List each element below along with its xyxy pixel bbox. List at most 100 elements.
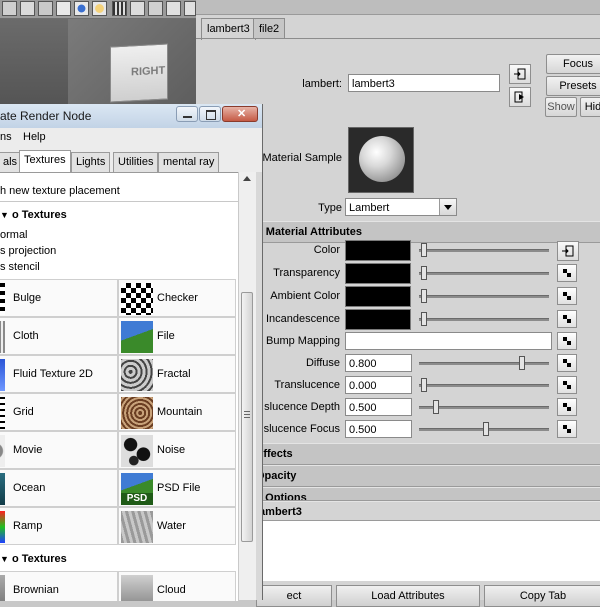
ambient-color-slider[interactable] bbox=[419, 289, 549, 303]
incandescence-slider[interactable] bbox=[419, 312, 549, 326]
scrollbar-thumb[interactable] bbox=[241, 292, 253, 542]
input-connection-icon[interactable] bbox=[509, 64, 531, 84]
diffuse-slider[interactable] bbox=[419, 356, 549, 370]
attr-label-incandescence: Incandescence bbox=[266, 313, 340, 325]
bump-mapping-field[interactable] bbox=[345, 332, 552, 350]
texture-list-scrollbar[interactable] bbox=[238, 172, 256, 600]
section-raytrace-options[interactable]: e Options bbox=[256, 487, 600, 501]
type-label: Type bbox=[318, 202, 342, 214]
translucence-depth-slider[interactable] bbox=[419, 400, 549, 414]
option-normal[interactable]: ormal bbox=[0, 229, 28, 241]
notes-textarea[interactable] bbox=[256, 520, 600, 581]
type-dropdown[interactable]: Lambert bbox=[345, 198, 457, 216]
texture-ocean[interactable]: Ocean bbox=[0, 469, 118, 507]
texture-movie[interactable]: Movie bbox=[0, 431, 118, 469]
placement-option[interactable]: h new texture placement bbox=[0, 185, 120, 197]
section-special-effects[interactable]: Effects bbox=[256, 443, 600, 465]
option-as-stencil[interactable]: s stencil bbox=[0, 261, 40, 273]
close-icon[interactable]: ✕ bbox=[222, 106, 258, 122]
ambient-color-map-icon[interactable] bbox=[557, 287, 577, 305]
tab-mental-ray[interactable]: mental ray bbox=[158, 152, 220, 172]
color-map-icon[interactable] bbox=[557, 241, 579, 261]
window-title-bar[interactable]: ate Render Node ✕ bbox=[0, 104, 262, 129]
view-cube[interactable]: RIGHT bbox=[110, 43, 168, 103]
attr-label-translucence: Translucence bbox=[274, 379, 340, 391]
hide-button[interactable]: Hid bbox=[580, 97, 600, 117]
bump-mapping-map-icon[interactable] bbox=[557, 332, 577, 350]
option-as-projection[interactable]: s projection bbox=[0, 245, 56, 257]
texture-checker[interactable]: Checker bbox=[118, 279, 236, 317]
texture-ramp[interactable]: Ramp bbox=[0, 507, 118, 545]
section-3d-textures[interactable]: ▼ o Textures bbox=[0, 553, 67, 565]
transparency-slider[interactable] bbox=[419, 266, 549, 280]
scroll-up-icon[interactable] bbox=[243, 176, 251, 181]
incandescence-map-icon[interactable] bbox=[557, 310, 577, 328]
texture-brownian[interactable]: Brownian bbox=[0, 571, 118, 601]
ambient-color-swatch[interactable] bbox=[345, 286, 411, 307]
viewport-panel[interactable]: RIGHT bbox=[0, 19, 196, 104]
display-icon[interactable] bbox=[56, 1, 71, 16]
tab-divider bbox=[196, 38, 600, 39]
noise-icon bbox=[121, 435, 153, 467]
show-button[interactable]: Show bbox=[545, 97, 577, 117]
chevron-down-icon[interactable] bbox=[439, 199, 456, 215]
diffuse-map-icon[interactable] bbox=[557, 354, 577, 372]
select-button[interactable]: ect bbox=[256, 585, 332, 607]
load-attributes-button[interactable]: Load Attributes bbox=[336, 585, 480, 607]
resolution-gate-icon[interactable] bbox=[148, 1, 163, 16]
film-gate-icon[interactable] bbox=[130, 1, 145, 16]
tab-lights[interactable]: Lights bbox=[71, 152, 111, 172]
focus-button[interactable]: Focus bbox=[546, 54, 600, 74]
tab-file2[interactable]: file2 bbox=[253, 18, 286, 39]
output-connection-icon[interactable] bbox=[509, 87, 531, 107]
translucence-depth-field[interactable]: 0.500 bbox=[345, 398, 412, 416]
translucence-focus-field[interactable]: 0.500 bbox=[345, 420, 412, 438]
translucence-focus-slider[interactable] bbox=[419, 422, 549, 436]
node-name-field[interactable]: lambert3 bbox=[348, 74, 500, 92]
texture-bulge[interactable]: Bulge bbox=[0, 279, 118, 317]
grid-icon[interactable] bbox=[112, 1, 127, 16]
shaded-icon[interactable] bbox=[74, 1, 89, 16]
section-2d-textures[interactable]: ▼ o Textures bbox=[0, 209, 67, 221]
translucence-slider[interactable] bbox=[419, 378, 549, 392]
camera-icon[interactable] bbox=[166, 1, 181, 16]
text-icon[interactable] bbox=[184, 1, 196, 16]
maximize-icon[interactable] bbox=[199, 106, 221, 122]
texture-file[interactable]: File bbox=[118, 317, 236, 355]
color-slider[interactable] bbox=[419, 243, 549, 257]
section-common-material-attributes[interactable]: n Material Attributes bbox=[256, 221, 600, 243]
minimize-icon[interactable] bbox=[176, 106, 198, 122]
translucence-map-icon[interactable] bbox=[557, 376, 577, 394]
transparency-swatch[interactable] bbox=[345, 263, 411, 284]
lighting-icon[interactable] bbox=[92, 1, 107, 16]
texture-noise[interactable]: Noise bbox=[118, 431, 236, 469]
translucence-focus-map-icon[interactable] bbox=[557, 420, 577, 438]
texture-mountain[interactable]: Mountain bbox=[118, 393, 236, 431]
section-matte-opacity[interactable]: Opacity bbox=[256, 465, 600, 487]
texture-cloud[interactable]: Cloud bbox=[118, 571, 236, 601]
tab-textures[interactable]: Textures bbox=[19, 150, 71, 173]
layers-icon[interactable] bbox=[38, 1, 53, 16]
ocean-icon bbox=[0, 473, 5, 505]
menu-options[interactable]: ns bbox=[0, 131, 12, 143]
texture-fluid-2d[interactable]: Fluid Texture 2D bbox=[0, 355, 118, 393]
texture-fractal[interactable]: Fractal bbox=[118, 355, 236, 393]
translucence-field[interactable]: 0.000 bbox=[345, 376, 412, 394]
transparency-map-icon[interactable] bbox=[557, 264, 577, 282]
tab-lambert3[interactable]: lambert3 bbox=[201, 18, 256, 40]
smooth-shade-icon[interactable] bbox=[20, 1, 35, 16]
texture-grid[interactable]: Grid bbox=[0, 393, 118, 431]
translucence-depth-map-icon[interactable] bbox=[557, 398, 577, 416]
presets-button[interactable]: Presets bbox=[546, 76, 600, 96]
incandescence-swatch[interactable] bbox=[345, 309, 411, 330]
psd-badge: PSD bbox=[121, 493, 153, 505]
texture-psd-file[interactable]: PSD PSD File bbox=[118, 469, 236, 507]
diffuse-field[interactable]: 0.800 bbox=[345, 354, 412, 372]
color-swatch[interactable] bbox=[345, 240, 411, 261]
texture-cloth[interactable]: Cloth bbox=[0, 317, 118, 355]
tab-utilities[interactable]: Utilities bbox=[113, 152, 159, 172]
texture-water[interactable]: Water bbox=[118, 507, 236, 545]
wireframe-icon[interactable] bbox=[2, 1, 17, 16]
copy-tab-button[interactable]: Copy Tab bbox=[484, 585, 600, 607]
menu-help[interactable]: Help bbox=[23, 131, 46, 143]
